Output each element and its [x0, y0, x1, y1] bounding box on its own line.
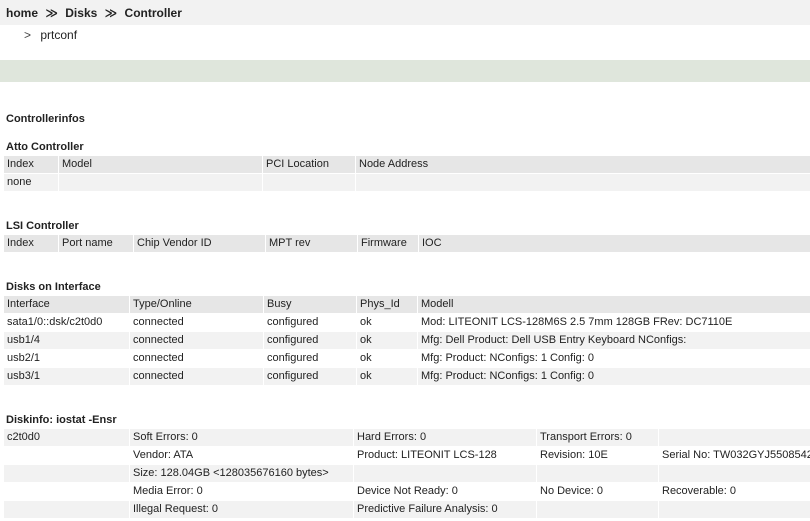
column-header: Interface	[4, 296, 129, 313]
table-cell	[262, 174, 355, 191]
table-header: Index Port name Chip Vendor ID MPT rev F…	[4, 235, 810, 252]
page-title: Controllerinfos	[6, 113, 85, 125]
table-cell: ok	[356, 314, 417, 331]
section-title-lsi: LSI Controller	[6, 220, 79, 232]
column-header: Phys_Id	[356, 296, 417, 313]
table-cell: Predictive Failure Analysis: 0	[353, 501, 536, 518]
table-cell: none	[4, 174, 58, 191]
column-header: Port name	[58, 235, 133, 252]
breadcrumb-separator: ≫	[45, 6, 58, 20]
section-title-diskinfo: Diskinfo: iostat -Ensr	[6, 414, 117, 426]
table-cell	[4, 483, 129, 500]
table-cell	[353, 465, 536, 482]
column-header: MPT rev	[265, 235, 357, 252]
table-cell: Recoverable: 0	[658, 483, 810, 500]
table-cell	[658, 429, 810, 446]
table-cell: Mfg: Product: NConfigs: 1 Config: 0	[417, 350, 810, 367]
table-cell	[536, 501, 658, 518]
table-cell	[355, 174, 810, 191]
table-cell: Mfg: Product: NConfigs: 1 Config: 0	[417, 368, 810, 385]
table-cell: Mfg: Dell Product: Dell USB Entry Keyboa…	[417, 332, 810, 349]
table-row: Vendor: ATA Product: LITEONIT LCS-128 Re…	[4, 447, 810, 464]
table-cell: ok	[356, 350, 417, 367]
table-row: sata1/0::dsk/c2t0d0 connected configured…	[4, 314, 810, 331]
table-row: Illegal Request: 0 Predictive Failure An…	[4, 501, 810, 518]
table-cell	[658, 501, 810, 518]
column-header: Modell	[417, 296, 810, 313]
table-cell: Product: LITEONIT LCS-128	[353, 447, 536, 464]
column-header: Model	[58, 156, 262, 173]
column-header: Type/Online	[129, 296, 263, 313]
table-cell: Mod: LITEONIT LCS-128M6S 2.5 7mm 128GB F…	[417, 314, 810, 331]
breadcrumb-current: Controller	[124, 6, 182, 20]
table-cell: Media Error: 0	[129, 483, 353, 500]
breadcrumb-bar: home ≫ Disks ≫ Controller	[0, 0, 810, 25]
column-header: Chip Vendor ID	[133, 235, 265, 252]
table-cell: Size: 128.04GB <128035676160 bytes>	[129, 465, 353, 482]
column-header: Index	[4, 156, 58, 173]
table-cell	[4, 465, 129, 482]
breadcrumb-separator: ≫	[104, 6, 118, 20]
table-cell: sata1/0::dsk/c2t0d0	[4, 314, 129, 331]
table-header: Interface Type/Online Busy Phys_Id Model…	[4, 296, 810, 313]
table-cell: Serial No: TW032GYJ5508542	[658, 447, 810, 464]
table-cell: Vendor: ATA	[129, 447, 353, 464]
table-cell: connected	[129, 314, 263, 331]
table-cell	[4, 501, 129, 518]
breadcrumb-disks-link[interactable]: Disks	[65, 6, 97, 20]
table-cell: No Device: 0	[536, 483, 658, 500]
table-cell: usb2/1	[4, 350, 129, 367]
table-row: usb1/4 connected configured ok Mfg: Dell…	[4, 332, 810, 349]
table-cell	[658, 465, 810, 482]
table-row: Media Error: 0 Device Not Ready: 0 No De…	[4, 483, 810, 500]
table-cell	[536, 465, 658, 482]
table-cell: Device Not Ready: 0	[353, 483, 536, 500]
table-row: c2t0d0 Soft Errors: 0 Hard Errors: 0 Tra…	[4, 429, 810, 446]
table-cell: Illegal Request: 0	[129, 501, 353, 518]
table-cell: Transport Errors: 0	[536, 429, 658, 446]
column-header: PCI Location	[262, 156, 355, 173]
column-header: Busy	[263, 296, 356, 313]
table-cell: c2t0d0	[4, 429, 129, 446]
column-header: Firmware	[357, 235, 418, 252]
table-cell: Revision: 10E	[536, 447, 658, 464]
breadcrumb-home-link[interactable]: home	[6, 6, 38, 20]
table-cell: connected	[129, 332, 263, 349]
table-cell	[58, 174, 262, 191]
breadcrumb: home ≫ Disks ≫ Controller	[6, 6, 182, 20]
table-cell: connected	[129, 368, 263, 385]
column-header: IOC	[418, 235, 810, 252]
column-header: Node Address	[355, 156, 810, 173]
submenu-link-prtconf[interactable]: prtconf	[40, 28, 77, 42]
column-header: Index	[4, 235, 58, 252]
chevron-right-icon: >	[24, 28, 32, 42]
table-cell: usb1/4	[4, 332, 129, 349]
table-cell: Hard Errors: 0	[353, 429, 536, 446]
table-cell: connected	[129, 350, 263, 367]
section-title-disks: Disks on Interface	[6, 281, 101, 293]
submenu: > prtconf	[24, 28, 77, 42]
table-row: usb3/1 connected configured ok Mfg: Prod…	[4, 368, 810, 385]
table-cell	[4, 447, 129, 464]
table-cell: ok	[356, 368, 417, 385]
table-cell: configured	[263, 368, 356, 385]
section-title-atto: Atto Controller	[6, 141, 84, 153]
table-row: Size: 128.04GB <128035676160 bytes>	[4, 465, 810, 482]
table-cell: Soft Errors: 0	[129, 429, 353, 446]
table-cell: ok	[356, 332, 417, 349]
table-cell: configured	[263, 332, 356, 349]
table-row: usb2/1 connected configured ok Mfg: Prod…	[4, 350, 810, 367]
table-header: Index Model PCI Location Node Address	[4, 156, 810, 173]
divider-bar	[0, 60, 810, 82]
table-row: none	[4, 174, 810, 191]
table-cell: configured	[263, 314, 356, 331]
table-cell: configured	[263, 350, 356, 367]
table-cell: usb3/1	[4, 368, 129, 385]
